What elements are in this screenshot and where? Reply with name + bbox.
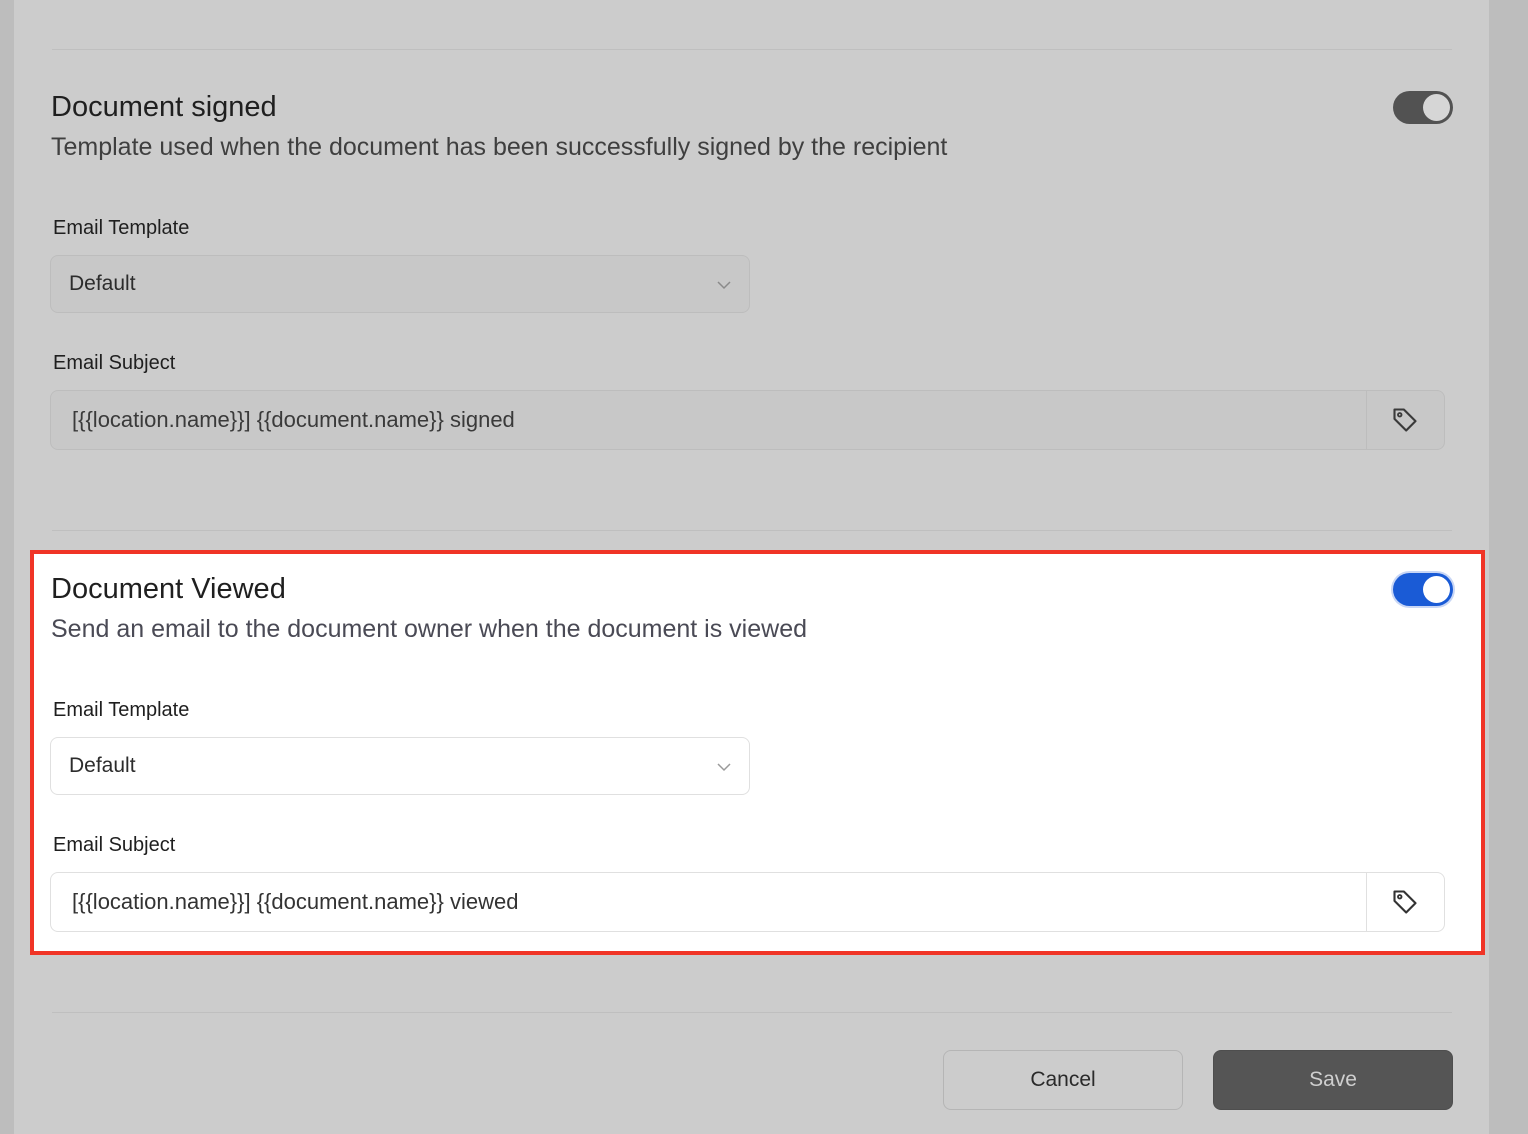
section-title: Document Viewed	[51, 573, 286, 605]
email-subject-label: Email Subject	[53, 834, 176, 856]
chevron-down-icon	[717, 763, 731, 772]
cancel-button[interactable]: Cancel	[943, 1050, 1183, 1110]
email-template-select[interactable]: Default	[50, 737, 750, 795]
tag-icon	[1393, 890, 1417, 914]
insert-tag-button[interactable]	[1366, 873, 1444, 931]
divider	[52, 1012, 1452, 1013]
email-template-select[interactable]: Default	[50, 255, 750, 313]
tag-icon	[1393, 408, 1417, 432]
email-subject-field[interactable]: [{{location.name}}] {{document.name}} vi…	[50, 872, 1445, 932]
email-subject-label: Email Subject	[53, 352, 176, 374]
document-viewed-toggle[interactable]	[1393, 573, 1453, 606]
insert-tag-button[interactable]	[1366, 391, 1444, 449]
email-subject-input[interactable]: [{{location.name}}] {{document.name}} vi…	[72, 889, 518, 915]
divider	[52, 49, 1452, 50]
email-subject-input[interactable]: [{{location.name}}] {{document.name}} si…	[72, 407, 515, 433]
chevron-down-icon	[717, 281, 731, 290]
divider	[52, 530, 1452, 531]
save-button[interactable]: Save	[1213, 1050, 1453, 1110]
email-template-label: Email Template	[53, 699, 190, 721]
email-template-label: Email Template	[53, 217, 190, 239]
section-description: Template used when the document has been…	[51, 133, 948, 161]
toggle-knob	[1423, 576, 1450, 603]
section-description: Send an email to the document owner when…	[51, 615, 808, 643]
select-value: Default	[69, 272, 136, 295]
document-signed-toggle[interactable]	[1393, 91, 1453, 124]
toggle-knob	[1423, 94, 1450, 121]
select-value: Default	[69, 754, 136, 777]
section-title: Document signed	[51, 91, 277, 123]
email-subject-field[interactable]: [{{location.name}}] {{document.name}} si…	[50, 390, 1445, 450]
